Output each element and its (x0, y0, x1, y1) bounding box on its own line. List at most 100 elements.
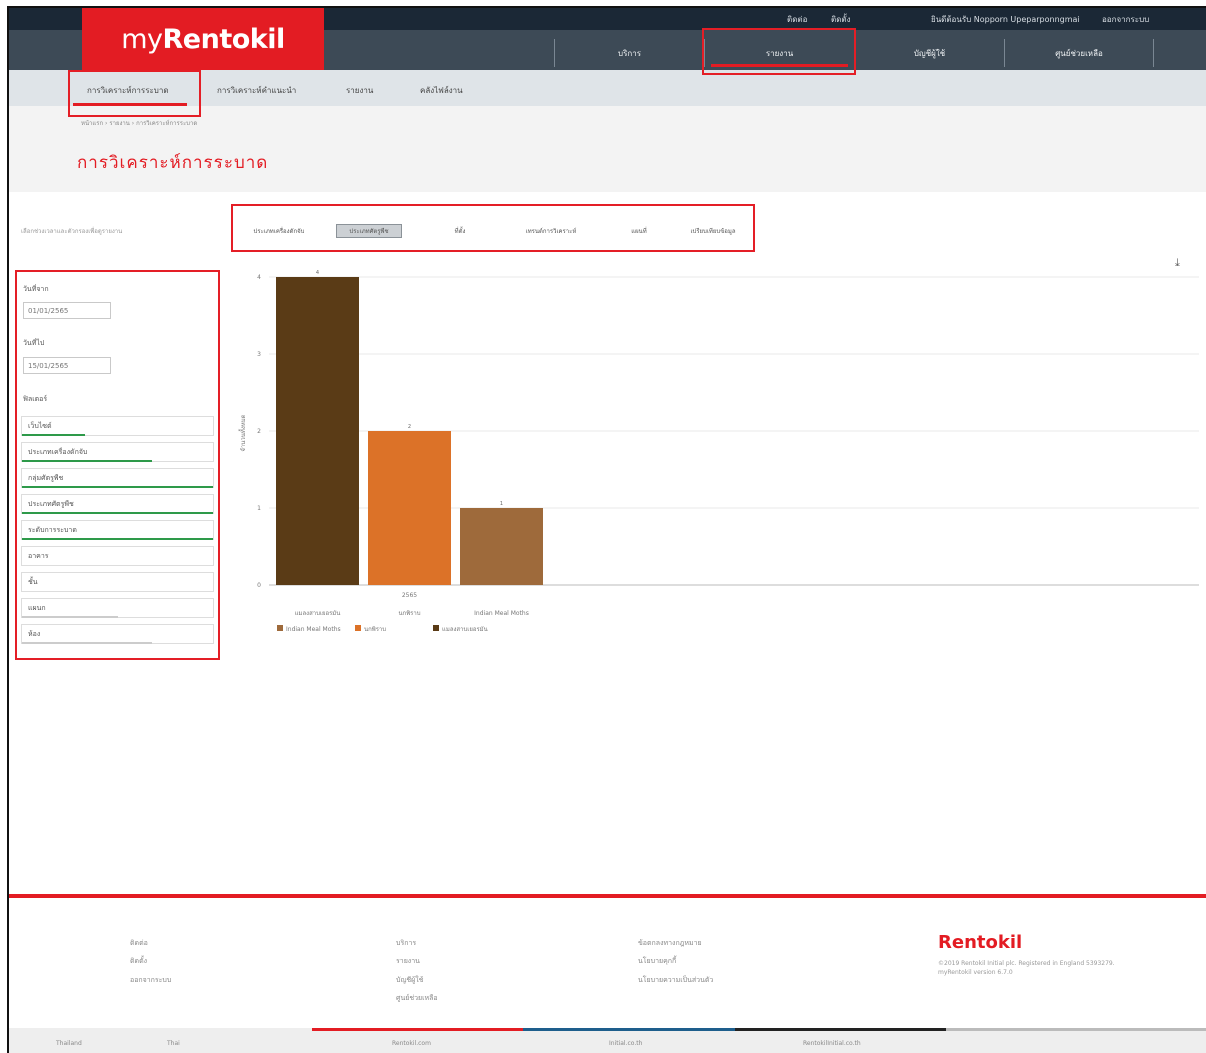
filter-progress-bar (22, 642, 152, 644)
topbar-link-install[interactable]: ติดตั้ง (831, 13, 851, 26)
tab-trap-type[interactable]: ประเภทเครื่องดักจับ (237, 224, 321, 238)
filter-item[interactable]: กลุ่มศัตรูพืช (21, 468, 214, 488)
x-category-label: Indian Meal Moths (474, 610, 529, 617)
legend-label: แมลงสาบเยอรมัน (442, 626, 488, 633)
subnav-item-file-library[interactable]: คลังไฟล์งาน (420, 84, 463, 97)
tab-pest-type[interactable]: ประเภทศัตรูพืช (336, 224, 402, 238)
footer-link-services[interactable]: บริการ (396, 938, 416, 949)
bottom-color-red (312, 1028, 523, 1031)
nav-item-account[interactable]: บัญชีผู้ใช้ (854, 39, 1004, 67)
topbar-link-logout[interactable]: ออกจากระบบ (1102, 13, 1149, 26)
filter-item-label: กลุ่มศัตรูพืช (28, 473, 64, 482)
chart-bar (276, 277, 359, 585)
tab-compare-data[interactable]: เปรียบเทียบข้อมูล (677, 224, 749, 238)
filter-item-label: ชั้น (28, 577, 38, 586)
filter-item-label: อาคาร (28, 551, 49, 560)
footer-link-legal[interactable]: ข้อตกลงทางกฎหมาย (638, 938, 702, 949)
nav-item-reports[interactable]: รายงาน (704, 39, 854, 67)
date-to-label: วันที่ไป (23, 339, 45, 347)
bottom-strip: Thailand Thai Rentokil.com Initial.co.th… (9, 1028, 1206, 1053)
filter-progress-bar (22, 616, 118, 618)
filter-item-label: ประเภทเครื่องดักจับ (28, 447, 88, 456)
date-from-input[interactable]: 01/01/2565 (23, 302, 111, 319)
nav-item-services[interactable]: บริการ (554, 39, 704, 67)
filter-item[interactable]: แผนก (21, 598, 214, 618)
filter-progress-bar (22, 460, 152, 462)
filter-item[interactable]: ชั้น (21, 572, 214, 592)
logo-brand: Rentokil (162, 23, 286, 55)
chart-svg: 0 1 2 3 4 จำนวนทั้งหมด 4 แมลงสาบเยอรมัน 2 นกพิราบ… (237, 270, 1199, 633)
page-title: การวิเคราะห์การระบาด (77, 153, 269, 173)
footer-version-text: myRentokil version 6.7.0 (938, 969, 1013, 976)
analysis-tabs: ประเภทเครื่องดักจับ ประเภทศัตรูพืช ที่ตั… (231, 204, 755, 252)
filter-item[interactable]: อาคาร (21, 546, 214, 566)
filter-progress-bar (22, 486, 213, 488)
page-frame: ติดต่อ ติดตั้ง ยินดีต้อนรับ Nopporn Upep… (7, 6, 1206, 1053)
bottom-link-rentokil-initial[interactable]: RentokilInitial.co.th (803, 1040, 861, 1047)
footer-link-contact[interactable]: ติดต่อ (130, 938, 148, 949)
filter-hint: เลือกช่วงเวลาและตัวกรองเพื่อดูรายงาน (21, 228, 123, 235)
filter-progress-bar (22, 512, 213, 514)
chart-bar (460, 508, 543, 585)
breadcrumb[interactable]: หน้าแรก › รายงาน › การวิเคราะห์การระบาด (81, 118, 197, 128)
footer-link-account[interactable]: บัญชีผู้ใช้ (396, 975, 423, 986)
bar-data-label: 2 (408, 424, 411, 430)
filter-by-label: ฟิลเตอร์ (23, 395, 48, 403)
y-tick-label: 0 (257, 582, 261, 589)
footer-copyright-text: ©2019 Rentokil Initial plc. Registered i… (938, 960, 1115, 967)
topbar-welcome-user[interactable]: ยินดีต้อนรับ Nopporn Upeparponngmai (931, 13, 1080, 26)
filter-item-label: ห้อง (28, 629, 41, 638)
bottom-color-grey (946, 1028, 1206, 1031)
x-category-label: นกพิราบ (398, 610, 420, 617)
footer-link-cookies[interactable]: นโยบายคุกกี้ (638, 956, 676, 967)
title-area: หน้าแรก › รายงาน › การวิเคราะห์การระบาด … (9, 106, 1206, 192)
filter-item[interactable]: เว็บไซต์ (21, 416, 214, 436)
filter-progress-bar (22, 434, 86, 436)
tab-trend-analysis[interactable]: เทรนด์การวิเคราะห์ (503, 224, 599, 238)
footer-link-help[interactable]: ศูนย์ช่วยเหลือ (396, 993, 438, 1004)
bottom-color-black (735, 1028, 946, 1031)
filter-item[interactable]: ระดับการระบาด (21, 520, 214, 540)
y-tick-label: 1 (257, 505, 261, 512)
x-category-label: แมลงสาบเยอรมัน (295, 610, 341, 617)
filter-item[interactable]: ประเภทศัตรูพืช (21, 494, 214, 514)
footer-link-privacy[interactable]: นโยบายความเป็นส่วนตัว (638, 975, 713, 986)
date-to-input[interactable]: 15/01/2565 (23, 357, 111, 374)
y-tick-label: 4 (257, 274, 261, 281)
legend-swatch (355, 625, 361, 631)
subnav-item-recommendation-analysis[interactable]: การวิเคราะห์คำแนะนำ (217, 84, 296, 97)
y-tick-label: 2 (257, 428, 261, 435)
footer-link-install[interactable]: ติดตั้ง (130, 956, 147, 967)
filter-panel: วันที่จาก 01/01/2565 วันที่ไป 15/01/2565… (15, 270, 220, 660)
tab-location[interactable]: ที่ตั้ง (443, 224, 477, 238)
date-from-label: วันที่จาก (23, 285, 49, 293)
nav-item-help[interactable]: ศูนย์ช่วยเหลือ (1004, 39, 1154, 67)
myrentokil-logo[interactable]: my Rentokil (82, 8, 324, 70)
y-axis-label: จำนวนทั้งหมด (237, 414, 247, 451)
x-group-label: 2565 (402, 592, 417, 599)
footer-link-logout[interactable]: ออกจากระบบ (130, 975, 171, 986)
bottom-country[interactable]: Thailand (56, 1040, 82, 1047)
footer-link-reports[interactable]: รายงาน (396, 956, 420, 967)
subnav-item-reports[interactable]: รายงาน (346, 84, 373, 97)
logo-prefix: my (121, 23, 163, 55)
bottom-link-rentokil[interactable]: Rentokil.com (392, 1040, 431, 1047)
topbar-link-contact[interactable]: ติดต่อ (787, 13, 807, 26)
bar-data-label: 1 (500, 501, 503, 507)
legend-swatch (277, 625, 283, 631)
legend-label: Indian Meal Moths (286, 626, 341, 633)
chart-bar (368, 431, 451, 585)
filter-progress-bar (22, 538, 213, 540)
bar-data-label: 4 (316, 270, 319, 276)
filter-item-label: ประเภทศัตรูพืช (28, 499, 74, 508)
bottom-color-blue (523, 1028, 735, 1031)
subnav-item-outbreak-analysis[interactable]: การวิเคราะห์การระบาด (87, 84, 169, 97)
footer-divider (9, 894, 1206, 898)
tab-map[interactable]: แผนที่ (617, 224, 661, 238)
filter-item[interactable]: ประเภทเครื่องดักจับ (21, 442, 214, 462)
legend-swatch (433, 625, 439, 631)
filter-item[interactable]: ห้อง (21, 624, 214, 644)
bottom-link-initial[interactable]: Initial.co.th (609, 1040, 642, 1047)
bottom-language[interactable]: Thai (167, 1040, 180, 1047)
filter-item-label: เว็บไซต์ (28, 421, 52, 430)
